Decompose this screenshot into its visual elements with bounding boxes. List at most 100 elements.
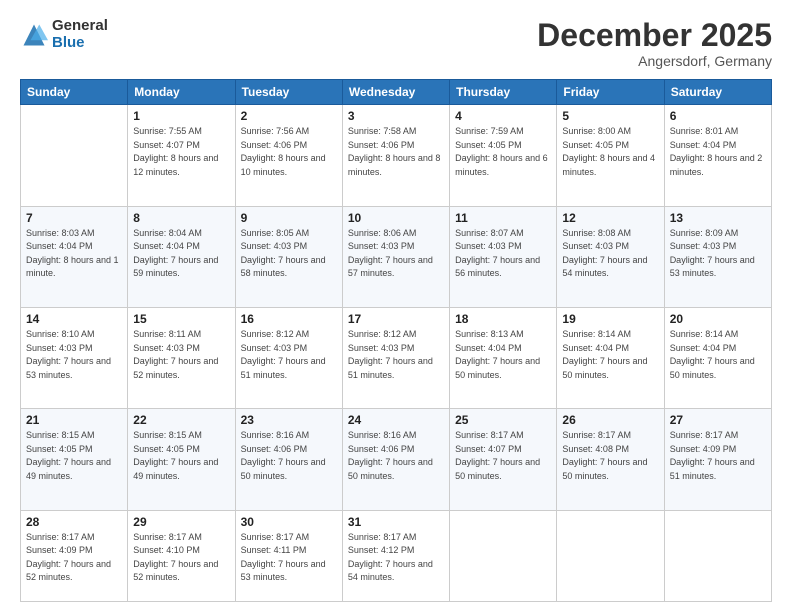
calendar-week-row: 7 Sunrise: 8:03 AMSunset: 4:04 PMDaylight… (21, 206, 772, 307)
calendar-cell: 28Sunrise: 8:17 AMSunset: 4:09 PMDayligh… (21, 510, 128, 601)
day-number: 3 (348, 109, 444, 123)
logo-text: General Blue (52, 18, 108, 51)
day-number: 30 (241, 515, 337, 529)
day-number: 21 (26, 413, 122, 427)
weekday-header: Friday (557, 80, 664, 105)
logo-general-label: General (52, 18, 108, 35)
calendar-cell: 15Sunrise: 8:11 AMSunset: 4:03 PMDayligh… (128, 308, 235, 409)
calendar-cell: 11Sunrise: 8:07 AMSunset: 4:03 PMDayligh… (450, 206, 557, 307)
day-detail: Sunrise: 8:14 AMSunset: 4:04 PMDaylight:… (562, 328, 658, 382)
calendar-cell: 29Sunrise: 8:17 AMSunset: 4:10 PMDayligh… (128, 510, 235, 601)
day-detail: Sunrise: 8:10 AMSunset: 4:03 PMDaylight:… (26, 328, 122, 382)
day-detail: Sunrise: 8:17 AMSunset: 4:10 PMDaylight:… (133, 531, 229, 585)
day-detail: Sunrise: 8:09 AMSunset: 4:03 PMDaylight:… (670, 227, 766, 281)
day-detail: Sunrise: 8:06 AMSunset: 4:03 PMDaylight:… (348, 227, 444, 281)
day-number: 27 (670, 413, 766, 427)
day-number: 15 (133, 312, 229, 326)
day-detail: Sunrise: 8:13 AMSunset: 4:04 PMDaylight:… (455, 328, 551, 382)
calendar-cell: 9 Sunrise: 8:05 AMSunset: 4:03 PMDaylight… (235, 206, 342, 307)
day-number: 20 (670, 312, 766, 326)
calendar-cell: 19 Sunrise: 8:14 AMSunset: 4:04 PMDayligh… (557, 308, 664, 409)
calendar-week-row: 14 Sunrise: 8:10 AMSunset: 4:03 PMDayligh… (21, 308, 772, 409)
day-number: 4 (455, 109, 551, 123)
calendar-cell: 4 Sunrise: 7:59 AMSunset: 4:05 PMDaylight… (450, 105, 557, 206)
calendar-cell: 12 Sunrise: 8:08 AMSunset: 4:03 PMDayligh… (557, 206, 664, 307)
logo: General Blue (20, 18, 108, 51)
day-detail: Sunrise: 8:16 AMSunset: 4:06 PMDaylight:… (348, 429, 444, 483)
day-detail: Sunrise: 8:17 AMSunset: 4:07 PMDaylight:… (455, 429, 551, 483)
day-detail: Sunrise: 8:17 AMSunset: 4:09 PMDaylight:… (670, 429, 766, 483)
calendar-cell: 2 Sunrise: 7:56 AMSunset: 4:06 PMDaylight… (235, 105, 342, 206)
day-number: 23 (241, 413, 337, 427)
day-number: 22 (133, 413, 229, 427)
calendar-cell: 20Sunrise: 8:14 AMSunset: 4:04 PMDayligh… (664, 308, 771, 409)
calendar-cell: 5 Sunrise: 8:00 AMSunset: 4:05 PMDaylight… (557, 105, 664, 206)
calendar-cell: 13 Sunrise: 8:09 AMSunset: 4:03 PMDayligh… (664, 206, 771, 307)
calendar-week-row: 21 Sunrise: 8:15 AMSunset: 4:05 PMDayligh… (21, 409, 772, 510)
day-detail: Sunrise: 8:01 AMSunset: 4:04 PMDaylight:… (670, 125, 766, 179)
day-number: 1 (133, 109, 229, 123)
weekday-header: Thursday (450, 80, 557, 105)
day-detail: Sunrise: 8:04 AMSunset: 4:04 PMDaylight:… (133, 227, 229, 281)
day-detail: Sunrise: 8:15 AMSunset: 4:05 PMDaylight:… (133, 429, 229, 483)
month-title: December 2025 (537, 18, 772, 53)
page: General Blue December 2025 Angersdorf, G… (0, 0, 792, 612)
calendar-cell: 14 Sunrise: 8:10 AMSunset: 4:03 PMDayligh… (21, 308, 128, 409)
day-detail: Sunrise: 7:56 AMSunset: 4:06 PMDaylight:… (241, 125, 337, 179)
day-number: 18 (455, 312, 551, 326)
calendar-cell: 16Sunrise: 8:12 AMSunset: 4:03 PMDayligh… (235, 308, 342, 409)
day-number: 25 (455, 413, 551, 427)
calendar-cell (450, 510, 557, 601)
day-detail: Sunrise: 8:08 AMSunset: 4:03 PMDaylight:… (562, 227, 658, 281)
calendar-cell: 18 Sunrise: 8:13 AMSunset: 4:04 PMDayligh… (450, 308, 557, 409)
header: General Blue December 2025 Angersdorf, G… (20, 18, 772, 69)
calendar-table: SundayMondayTuesdayWednesdayThursdayFrid… (20, 79, 772, 602)
day-detail: Sunrise: 8:16 AMSunset: 4:06 PMDaylight:… (241, 429, 337, 483)
calendar-cell: 7 Sunrise: 8:03 AMSunset: 4:04 PMDaylight… (21, 206, 128, 307)
day-number: 5 (562, 109, 658, 123)
day-detail: Sunrise: 8:17 AMSunset: 4:12 PMDaylight:… (348, 531, 444, 585)
day-detail: Sunrise: 8:03 AMSunset: 4:04 PMDaylight:… (26, 227, 122, 281)
day-detail: Sunrise: 8:12 AMSunset: 4:03 PMDaylight:… (348, 328, 444, 382)
calendar-cell: 30Sunrise: 8:17 AMSunset: 4:11 PMDayligh… (235, 510, 342, 601)
logo-blue-label: Blue (52, 35, 108, 52)
location: Angersdorf, Germany (537, 53, 772, 69)
calendar-cell: 31 Sunrise: 8:17 AMSunset: 4:12 PMDayligh… (342, 510, 449, 601)
weekday-header: Sunday (21, 80, 128, 105)
day-detail: Sunrise: 8:17 AMSunset: 4:09 PMDaylight:… (26, 531, 122, 585)
day-number: 14 (26, 312, 122, 326)
day-number: 8 (133, 211, 229, 225)
title-block: December 2025 Angersdorf, Germany (537, 18, 772, 69)
day-detail: Sunrise: 7:59 AMSunset: 4:05 PMDaylight:… (455, 125, 551, 179)
day-number: 2 (241, 109, 337, 123)
day-detail: Sunrise: 8:12 AMSunset: 4:03 PMDaylight:… (241, 328, 337, 382)
calendar-cell: 27 Sunrise: 8:17 AMSunset: 4:09 PMDayligh… (664, 409, 771, 510)
day-detail: Sunrise: 8:05 AMSunset: 4:03 PMDaylight:… (241, 227, 337, 281)
day-number: 26 (562, 413, 658, 427)
day-number: 11 (455, 211, 551, 225)
calendar-cell: 6Sunrise: 8:01 AMSunset: 4:04 PMDaylight… (664, 105, 771, 206)
day-number: 12 (562, 211, 658, 225)
calendar-cell: 25 Sunrise: 8:17 AMSunset: 4:07 PMDayligh… (450, 409, 557, 510)
calendar-cell: 23 Sunrise: 8:16 AMSunset: 4:06 PMDayligh… (235, 409, 342, 510)
weekday-header: Monday (128, 80, 235, 105)
day-number: 13 (670, 211, 766, 225)
day-number: 7 (26, 211, 122, 225)
weekday-header: Wednesday (342, 80, 449, 105)
calendar-week-row: 1Sunrise: 7:55 AMSunset: 4:07 PMDaylight… (21, 105, 772, 206)
day-detail: Sunrise: 8:00 AMSunset: 4:05 PMDaylight:… (562, 125, 658, 179)
calendar-cell: 1Sunrise: 7:55 AMSunset: 4:07 PMDaylight… (128, 105, 235, 206)
day-number: 19 (562, 312, 658, 326)
day-number: 10 (348, 211, 444, 225)
weekday-header: Tuesday (235, 80, 342, 105)
day-number: 17 (348, 312, 444, 326)
calendar-cell (664, 510, 771, 601)
calendar-cell: 3 Sunrise: 7:58 AMSunset: 4:06 PMDaylight… (342, 105, 449, 206)
day-detail: Sunrise: 7:58 AMSunset: 4:06 PMDaylight:… (348, 125, 444, 179)
calendar-cell (557, 510, 664, 601)
calendar-cell: 22 Sunrise: 8:15 AMSunset: 4:05 PMDayligh… (128, 409, 235, 510)
day-number: 9 (241, 211, 337, 225)
calendar-cell: 26Sunrise: 8:17 AMSunset: 4:08 PMDayligh… (557, 409, 664, 510)
day-number: 31 (348, 515, 444, 529)
calendar-cell: 17 Sunrise: 8:12 AMSunset: 4:03 PMDayligh… (342, 308, 449, 409)
